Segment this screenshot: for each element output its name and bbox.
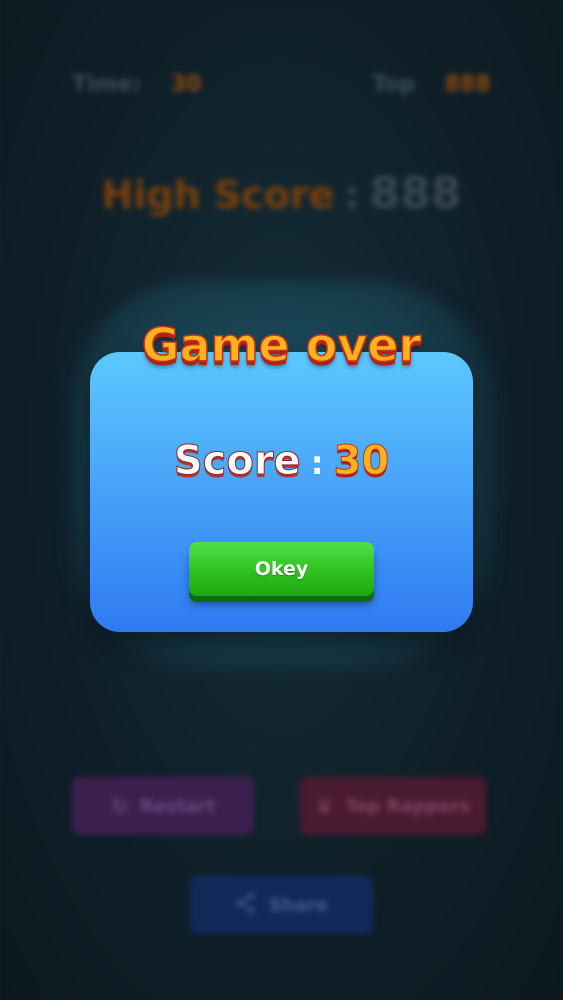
- trophy-icon: ♛: [315, 794, 334, 818]
- time-value: 30: [170, 72, 202, 97]
- hud-time: Time: 30: [72, 72, 202, 97]
- restart-icon: ↻: [111, 794, 128, 818]
- top-value: 888: [444, 72, 491, 97]
- dialog-title: Game over: [141, 317, 422, 373]
- score-label: Score: [173, 438, 301, 485]
- top-label: Top: [372, 72, 415, 97]
- top-rappers-button: ♛ Top Rappers: [300, 777, 486, 835]
- high-score-value: 888: [369, 168, 462, 219]
- score-separator: :: [310, 444, 324, 482]
- score-display: Score:30: [0, 438, 563, 485]
- share-button: Share: [190, 876, 373, 934]
- okey-button[interactable]: Okey: [189, 542, 374, 596]
- high-score: High Score:888: [0, 168, 563, 219]
- time-label: Time:: [72, 72, 142, 97]
- high-score-label: High Score: [101, 173, 335, 217]
- restart-button: ↻ Restart: [72, 777, 254, 835]
- restart-label: Restart: [139, 795, 215, 817]
- share-label: Share: [268, 894, 328, 916]
- top-rappers-label: Top Rappers: [345, 795, 471, 817]
- share-icon: [235, 892, 257, 919]
- high-score-separator: :: [344, 173, 360, 217]
- hud-top: Top 888: [372, 72, 491, 97]
- score-value: 30: [333, 438, 390, 485]
